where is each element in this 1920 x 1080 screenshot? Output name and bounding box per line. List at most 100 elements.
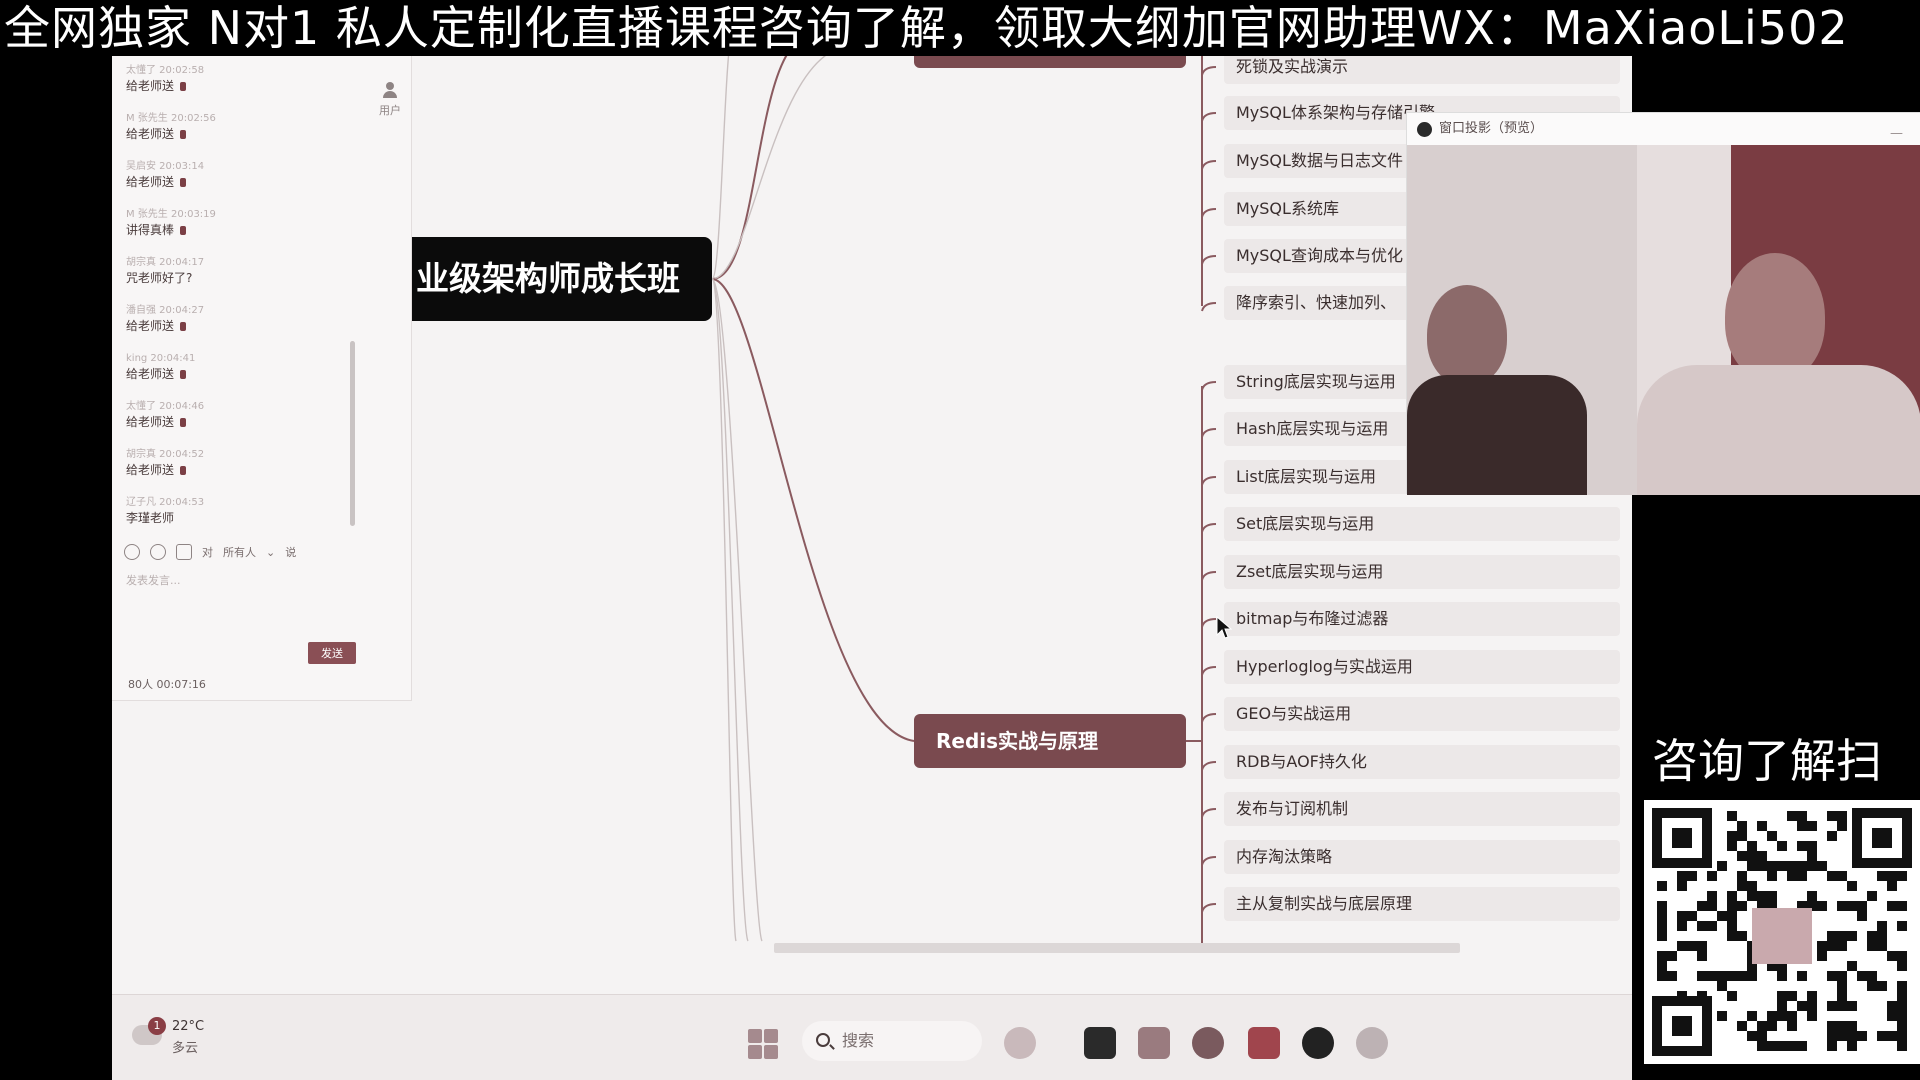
mindmap-leaf[interactable]: GEO与实战运用 xyxy=(1224,697,1620,731)
mindmap-leaf[interactable]: Hyperloglog与实战运用 xyxy=(1224,650,1620,684)
send-button[interactable]: 发送 xyxy=(308,642,356,664)
chevron-down-icon[interactable]: ⌄ xyxy=(266,546,275,559)
qr-module xyxy=(1777,971,1787,981)
mindmap-leaf[interactable]: 死锁及实战演示 xyxy=(1224,56,1620,84)
qr-module xyxy=(1727,831,1737,841)
camera-window-titlebar[interactable]: 窗口投影（预览） — xyxy=(1407,113,1920,145)
camera-preview-window[interactable]: 窗口投影（预览） — xyxy=(1406,112,1920,495)
stream-frame: 全网独家 N对1 私人定制化直播课程咨询了解，领取大纲加官网助理WX：MaXia… xyxy=(0,0,1920,1080)
widgets-icon[interactable] xyxy=(1004,1027,1036,1059)
start-button[interactable] xyxy=(748,1029,778,1059)
qr-module xyxy=(1787,1011,1797,1021)
connector-line xyxy=(1201,713,1217,723)
qr-module xyxy=(1777,841,1787,851)
audience-select[interactable]: 所有人 xyxy=(223,544,256,560)
mindmap-leaf[interactable]: 主从复制实战与底层原理 xyxy=(1224,887,1620,921)
qr-module xyxy=(1837,1001,1847,1011)
qr-module xyxy=(1757,861,1767,871)
folder-icon[interactable] xyxy=(1138,1027,1170,1059)
person-right-body xyxy=(1637,365,1920,495)
search-icon xyxy=(816,1033,830,1047)
qr-module xyxy=(1777,1001,1787,1011)
user-tab[interactable]: 用户 xyxy=(370,82,410,118)
qr-module xyxy=(1817,861,1827,871)
mindmap-leaf[interactable]: RDB与AOF持久化 xyxy=(1224,745,1620,779)
gift-icon xyxy=(180,418,187,427)
qr-module xyxy=(1797,971,1807,981)
mindmap-leaf[interactable]: 发布与订阅机制 xyxy=(1224,792,1620,826)
qr-module xyxy=(1747,851,1757,861)
obs-icon[interactable] xyxy=(1302,1027,1334,1059)
chat-message: 胡宗真 20:04:17 咒老师好了? xyxy=(126,256,366,286)
viewer-count: 80人 00:07:16 xyxy=(128,678,206,691)
qr-module xyxy=(1727,901,1737,911)
qr-module xyxy=(1827,1041,1837,1051)
comment-icon[interactable] xyxy=(150,544,166,560)
chat-message: M 张先生 20:03:19 讲得真棒 xyxy=(126,208,366,238)
qr-module xyxy=(1897,921,1907,931)
qr-module xyxy=(1677,941,1687,951)
qr-module xyxy=(1657,881,1667,891)
qr-module xyxy=(1787,861,1797,871)
browser-icon[interactable] xyxy=(1192,1027,1224,1059)
qr-module xyxy=(1847,1001,1857,1011)
mindmap-node-mysql[interactable] xyxy=(914,56,1186,68)
chat-text: 李瑾老师 xyxy=(126,511,175,525)
xmind-icon[interactable] xyxy=(1248,1027,1280,1059)
connector-line xyxy=(1201,523,1217,533)
qr-module xyxy=(1657,901,1667,911)
chat-text: 给老师送 xyxy=(126,127,175,141)
emoji-icon[interactable] xyxy=(124,544,140,560)
qr-title: 咨询了解扫 xyxy=(1644,730,1920,792)
qr-logo xyxy=(1752,908,1812,964)
connector-line xyxy=(1201,428,1217,438)
mindmap-leaf[interactable]: 内存淘汰策略 xyxy=(1224,840,1620,874)
qr-module xyxy=(1777,991,1787,1001)
qr-module xyxy=(1837,941,1847,951)
connector-line xyxy=(1186,386,1203,742)
qr-module xyxy=(1827,931,1837,941)
qr-module xyxy=(1657,911,1667,921)
qr-module xyxy=(1787,1021,1797,1031)
qr-module xyxy=(1887,1011,1897,1021)
qr-module xyxy=(1887,951,1897,961)
qr-module xyxy=(1767,891,1777,901)
qr-module xyxy=(1797,861,1807,871)
qr-module xyxy=(1747,891,1757,901)
qr-module xyxy=(1817,941,1827,951)
qr-module xyxy=(1887,1001,1897,1011)
horizontal-scrollbar[interactable] xyxy=(774,943,1460,953)
chat-input[interactable]: 发表发言... xyxy=(126,572,181,588)
qr-module xyxy=(1657,951,1667,961)
connector-line xyxy=(1201,666,1217,676)
mindmap-node-redis[interactable]: Redis实战与原理 xyxy=(914,714,1186,768)
qr-module xyxy=(1737,831,1747,841)
qr-module xyxy=(1837,931,1847,941)
image-icon[interactable] xyxy=(176,544,192,560)
qr-module xyxy=(1837,811,1847,821)
taskbar-search[interactable]: 搜索 xyxy=(802,1021,982,1061)
qr-module xyxy=(1747,1011,1757,1021)
qr-module xyxy=(1827,1031,1837,1041)
camera-feed xyxy=(1407,145,1920,495)
qr-module xyxy=(1877,1031,1887,1041)
weather-widget[interactable]: 1 22°C 多云 xyxy=(132,1015,212,1059)
qr-code xyxy=(1644,800,1920,1064)
file-explorer-icon[interactable] xyxy=(1084,1027,1116,1059)
connector-line xyxy=(1201,571,1217,581)
chat-meta: 太懂了 20:02:58 xyxy=(126,65,205,76)
cloud-icon[interactable] xyxy=(1356,1027,1388,1059)
mindmap-leaf[interactable]: Zset底层实现与运用 xyxy=(1224,555,1620,589)
mindmap-root-node[interactable]: 业级架构师成长班 xyxy=(412,237,712,321)
mindmap-leaf[interactable]: bitmap与布隆过滤器 xyxy=(1224,602,1620,636)
chat-meta: 太懂了 20:04:46 xyxy=(126,401,205,412)
person-left-body xyxy=(1407,375,1587,495)
qr-module xyxy=(1697,921,1707,931)
qr-module xyxy=(1897,871,1907,881)
mindmap-leaf[interactable]: Set底层实现与运用 xyxy=(1224,507,1620,541)
qr-module xyxy=(1887,881,1897,891)
qr-module xyxy=(1877,931,1887,941)
connector-line xyxy=(1201,208,1217,218)
qr-module xyxy=(1837,971,1847,981)
chat-scrollbar[interactable] xyxy=(350,341,355,526)
